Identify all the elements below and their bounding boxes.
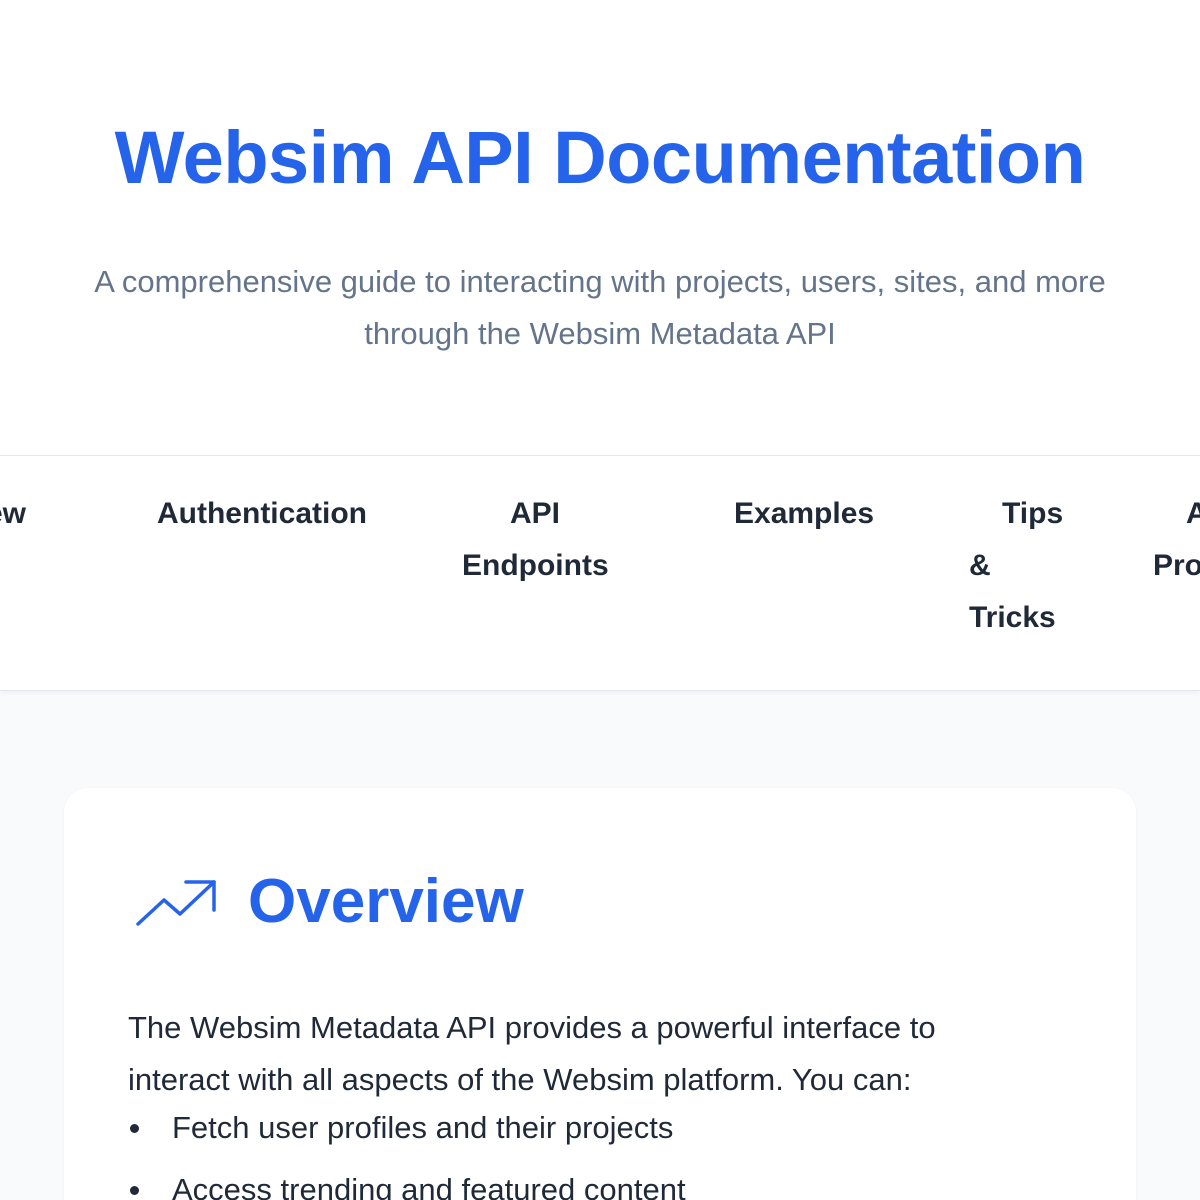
- intro-line-2: interact with all aspects of the Websim …: [128, 1062, 912, 1097]
- nav-link-label-line-2: &: [969, 549, 991, 582]
- nav-link-examples[interactable]: Examples: [734, 488, 874, 540]
- feature-list: Fetch user profiles and their projects A…: [128, 1102, 1028, 1200]
- nav-link-overview[interactable]: ew: [0, 488, 26, 540]
- section-nav: ew Authentication API Endpoints Examples…: [0, 455, 1200, 691]
- intro-line-1: The Websim Metadata API provides a power…: [128, 1010, 936, 1045]
- nav-link-label: Examples: [734, 497, 875, 530]
- section-title: Overview: [248, 867, 524, 936]
- nav-link-tips-tricks[interactable]: Tips & Tricks: [969, 488, 1063, 644]
- overview-card: Overview The Websim Metadata API provide…: [64, 788, 1136, 1200]
- nav-link-label-line-1: A: [1186, 497, 1200, 530]
- nav-link-label-line-2: Pro: [1153, 549, 1200, 582]
- overview-intro: The Websim Metadata API provides a power…: [128, 1002, 1028, 1106]
- trending-up-icon: [136, 876, 220, 928]
- list-item-text: Fetch user profiles and their projects: [172, 1110, 674, 1145]
- bullet-icon: [130, 1186, 139, 1195]
- page: Websim API Documentation A comprehensive…: [0, 0, 1200, 1200]
- subtitle-line-1: A comprehensive guide to interacting wit…: [94, 264, 1106, 299]
- page-subtitle: A comprehensive guide to interacting wit…: [70, 256, 1130, 360]
- list-item: Access trending and featured content: [128, 1164, 1028, 1200]
- nav-link-label: Authentication: [157, 497, 367, 530]
- nav-link-authentication[interactable]: Authentication: [157, 488, 367, 540]
- page-title: Websim API Documentation: [114, 116, 1086, 199]
- subtitle-line-2: through the Websim Metadata API: [364, 316, 836, 351]
- nav-link-label-line-2: Endpoints: [462, 549, 609, 582]
- nav-link-advanced[interactable]: A Pro: [1153, 488, 1200, 592]
- nav-link-label-line-3: Tricks: [969, 601, 1056, 634]
- hero-header: Websim API Documentation A comprehensive…: [0, 0, 1200, 455]
- nav-link-label: ew: [0, 497, 27, 530]
- bullet-icon: [130, 1124, 139, 1133]
- list-item-text: Access trending and featured content: [172, 1172, 686, 1200]
- list-item: Fetch user profiles and their projects: [128, 1102, 1028, 1154]
- nav-link-label-line-1: Tips: [1002, 497, 1064, 530]
- nav-link-label-line-1: API: [509, 497, 560, 530]
- nav-link-api-endpoints[interactable]: API Endpoints: [462, 488, 609, 592]
